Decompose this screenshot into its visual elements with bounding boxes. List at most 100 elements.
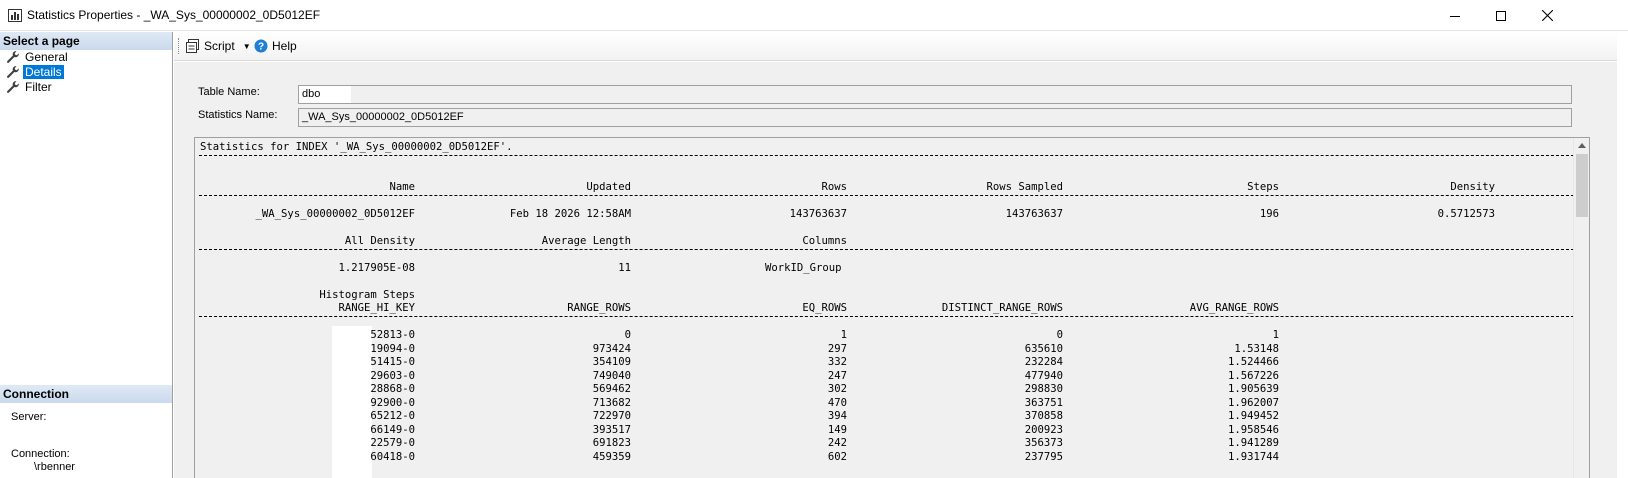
histogram-header-avg-range-rows: AVG_RANGE_ROWS [1189, 302, 1279, 314]
cell-range-hi-key: 52813-0 [370, 329, 415, 341]
close-icon [1541, 10, 1553, 21]
cell-range-hi-key: 60418-0 [370, 450, 415, 463]
help-icon: ? [254, 39, 268, 53]
cell-avg-range-rows: 1.962007 [1227, 396, 1279, 409]
cell-distinct-range-rows: 200923 [1024, 423, 1063, 436]
summary-value-rows-sampled: 143763637 [1005, 208, 1063, 220]
cell-range-rows: 691823 [592, 437, 631, 449]
table-name-value: dbo [302, 88, 321, 100]
cell-avg-range-rows: 1.524466 [1227, 356, 1279, 368]
cell-range-hi-key: 19094-0 [370, 342, 415, 355]
statistics-header-line: Statistics for INDEX '_WA_Sys_00000002_0… [200, 141, 513, 153]
wrench-icon [6, 66, 19, 78]
density-header-all-density: All Density [344, 235, 415, 247]
details-page: Table Name: dbo Statistics Name: _WA_Sys… [174, 62, 1628, 478]
scroll-up-arrow-icon[interactable] [1578, 143, 1586, 148]
summary-header-rows: Rows [821, 181, 847, 193]
script-button[interactable]: Script ▼ [186, 36, 251, 56]
statistics-details-text[interactable]: Statistics for INDEX '_WA_Sys_00000002_0… [194, 137, 1590, 478]
cell-range-hi-key: 29603-0 [370, 369, 415, 382]
script-icon [186, 39, 199, 53]
cell-range-hi-key: 92900-0 [370, 396, 415, 409]
cell-eq-rows: 297 [827, 342, 847, 355]
cell-avg-range-rows: 1.931744 [1227, 450, 1279, 463]
cell-avg-range-rows: 1 [1272, 329, 1279, 341]
cell-distinct-range-rows: 0 [1056, 329, 1063, 341]
cell-eq-rows: 149 [827, 423, 847, 436]
minimize-button[interactable] [1432, 0, 1478, 31]
separator-line [199, 155, 1579, 156]
wrench-icon [6, 51, 19, 63]
window-right-edge [1617, 32, 1628, 478]
connection-value: \rbenner [34, 461, 75, 473]
script-label: Script [204, 39, 235, 53]
separator-line [199, 195, 1579, 196]
histogram-header-range-hi-key: RANGE_HI_KEY [338, 302, 415, 314]
separator-line [199, 249, 1579, 250]
cell-range-hi-key: 65212-0 [370, 410, 415, 422]
vertical-scrollbar[interactable] [1573, 138, 1589, 478]
statistics-name-value: _WA_Sys_00000002_0D5012EF [302, 111, 464, 123]
page-item-details[interactable]: Details [6, 65, 64, 79]
cell-range-rows: 569462 [592, 383, 631, 395]
window-title: Statistics Properties - _WA_Sys_00000002… [27, 8, 321, 22]
histogram-header-range-rows: RANGE_ROWS [567, 302, 631, 314]
minimize-icon [1450, 15, 1460, 17]
title-bar: Statistics Properties - _WA_Sys_00000002… [0, 0, 1628, 31]
wrench-icon [6, 81, 19, 93]
table-name-field[interactable]: dbo [298, 85, 1572, 104]
cell-avg-range-rows: 1.958546 [1227, 423, 1279, 436]
cell-range-rows: 459359 [592, 450, 631, 463]
scroll-thumb[interactable] [1576, 154, 1588, 217]
cell-distinct-range-rows: 298830 [1024, 383, 1063, 395]
density-value-all-density: 1.217905E-08 [338, 262, 415, 274]
cell-avg-range-rows: 1.949452 [1227, 410, 1279, 422]
summary-value-updated: Feb 18 2026 12:58AM [509, 208, 631, 220]
bar-chart-icon [8, 9, 22, 22]
cell-range-hi-key: 66149-0 [370, 423, 415, 436]
toolbar: Script ▼ ? Help [174, 32, 1628, 61]
density-header-columns: Columns [802, 235, 847, 247]
close-button[interactable] [1524, 0, 1570, 31]
page-item-general[interactable]: General [6, 50, 70, 64]
cell-distinct-range-rows: 237795 [1024, 450, 1063, 463]
density-value-average-length: 11 [618, 262, 631, 274]
cell-distinct-range-rows: 232284 [1024, 356, 1063, 368]
cell-eq-rows: 332 [827, 356, 847, 368]
select-page-header: Select a page [0, 32, 172, 50]
cell-range-rows: 0 [624, 329, 631, 341]
cell-eq-rows: 242 [827, 437, 847, 449]
density-header-average-length: Average Length [541, 235, 631, 247]
page-item-filter[interactable]: Filter [6, 80, 54, 94]
separator-line [199, 316, 1579, 317]
cell-eq-rows: 302 [827, 383, 847, 395]
density-value-columns: WorkID_Group [765, 262, 842, 274]
cell-eq-rows: 394 [827, 410, 847, 422]
statistics-name-field[interactable]: _WA_Sys_00000002_0D5012EF [298, 108, 1572, 127]
cell-distinct-range-rows: 635610 [1024, 342, 1063, 355]
table-name-label: Table Name: [198, 86, 260, 98]
histogram-header-eq-rows: EQ_ROWS [802, 302, 847, 314]
cell-range-rows: 973424 [592, 342, 631, 355]
cell-range-hi-key: 28868-0 [370, 383, 415, 395]
cell-eq-rows: 602 [827, 450, 847, 463]
cell-avg-range-rows: 1.905639 [1227, 383, 1279, 395]
maximize-button[interactable] [1478, 0, 1524, 31]
cell-eq-rows: 247 [827, 369, 847, 382]
cell-range-hi-key: 22579-0 [370, 437, 415, 449]
cell-distinct-range-rows: 356373 [1024, 437, 1063, 449]
summary-header-name: Name [389, 181, 415, 193]
cell-range-rows: 354109 [592, 356, 631, 368]
chevron-down-icon[interactable]: ▼ [243, 42, 251, 51]
cell-range-hi-key: 51415-0 [370, 356, 415, 368]
cell-eq-rows: 470 [827, 396, 847, 409]
cell-range-rows: 393517 [592, 423, 631, 436]
maximize-icon [1496, 10, 1506, 21]
help-label: Help [272, 39, 297, 53]
cell-range-rows: 722970 [592, 410, 631, 422]
svg-text:?: ? [258, 42, 264, 53]
summary-header-steps: Steps [1247, 181, 1279, 193]
help-button[interactable]: ? Help [254, 36, 297, 56]
toolbar-grip [178, 38, 180, 54]
summary-header-density: Density [1450, 181, 1495, 193]
